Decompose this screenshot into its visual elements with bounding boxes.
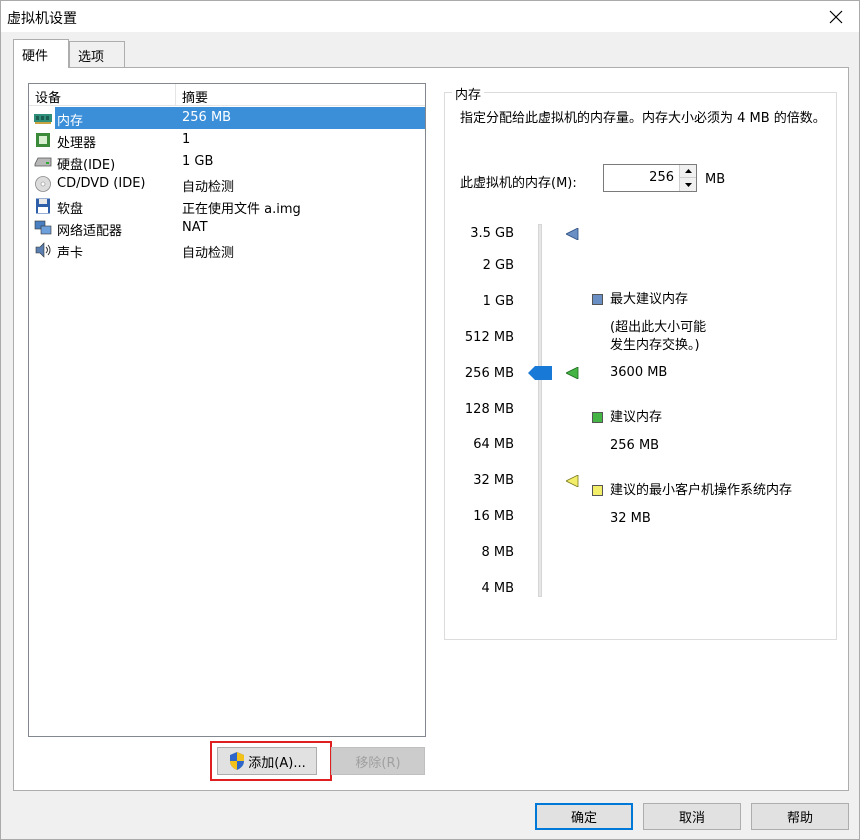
hard-disk-icon <box>34 157 52 167</box>
close-button[interactable] <box>813 1 859 32</box>
floppy-icon <box>36 198 50 214</box>
column-divider[interactable] <box>175 84 176 106</box>
device-name: 内存 <box>57 114 84 129</box>
cancel-button[interactable]: 取消 <box>643 803 741 830</box>
close-icon <box>829 10 843 23</box>
add-button-label: 添加(A)... <box>248 755 306 771</box>
device-summary: 256 MB <box>182 110 232 125</box>
device-summary: 1 GB <box>182 154 214 169</box>
memory-input[interactable]: 256 <box>603 164 697 192</box>
hardware-panel: 设备 摘要 内存 256 MB 处理器 1 硬盘(IDE) 1 GB CD/DV… <box>13 67 849 791</box>
recommended-value: 256 MB <box>610 438 660 453</box>
scale-label: 256 MB <box>464 366 514 381</box>
memory-group-title: 内存 <box>452 84 485 103</box>
scale-label: 32 MB <box>473 473 514 488</box>
title-bar: 虚拟机设置 <box>1 1 859 32</box>
processor-icon <box>36 133 50 147</box>
memory-field-label: 此虚拟机的内存(M): <box>460 176 577 191</box>
column-header-device[interactable]: 设备 <box>35 87 61 106</box>
device-row-network-adapter[interactable]: 网络适配器 NAT <box>29 217 425 239</box>
memory-value[interactable]: 256 <box>649 170 674 185</box>
memory-description: 指定分配给此虚拟机的内存量。内存大小必须为 4 MB 的倍数。 <box>460 111 826 126</box>
shield-icon <box>230 752 245 770</box>
device-row-hard-disk[interactable]: 硬盘(IDE) 1 GB <box>29 151 425 173</box>
device-list[interactable]: 设备 摘要 内存 256 MB 处理器 1 硬盘(IDE) 1 GB CD/DV… <box>28 83 426 737</box>
device-row-cd-dvd[interactable]: CD/DVD (IDE) 自动检测 <box>29 173 425 195</box>
device-summary: 自动检测 <box>182 246 235 261</box>
stepper-down-button[interactable] <box>680 178 696 191</box>
help-button[interactable]: 帮助 <box>751 803 849 830</box>
device-summary: 自动检测 <box>182 180 235 195</box>
device-name: 网络适配器 <box>57 224 123 239</box>
add-button[interactable]: 添加(A)... <box>217 747 317 775</box>
device-name: CD/DVD (IDE) <box>57 176 146 191</box>
cd-dvd-icon <box>35 176 51 192</box>
max-recommended-note: 发生内存交换。) <box>610 338 700 353</box>
arrow-up-icon <box>684 169 692 173</box>
scale-label: 3.5 GB <box>470 226 514 241</box>
max-recommended-note: (超出此大小可能 <box>610 320 707 335</box>
scale-label: 2 GB <box>482 258 514 273</box>
selection-highlight <box>55 107 425 129</box>
max-recommended-value: 3600 MB <box>610 365 668 380</box>
device-summary: 1 <box>182 132 191 147</box>
remove-button[interactable]: 移除(R) <box>331 747 425 775</box>
min-recommended-marker-icon <box>566 475 579 487</box>
device-name: 硬盘(IDE) <box>57 158 116 173</box>
device-name: 声卡 <box>57 246 84 261</box>
list-header: 设备 摘要 <box>29 84 425 106</box>
stepper-up-button[interactable] <box>680 165 696 178</box>
min-recommended-title: 建议的最小客户机操作系统内存 <box>610 483 793 498</box>
tab-options[interactable]: 选项 <box>69 41 125 67</box>
min-recommended-value: 32 MB <box>610 511 651 526</box>
memory-slider-track[interactable] <box>538 224 542 597</box>
memory-unit: MB <box>705 172 726 187</box>
device-row-memory[interactable]: 内存 256 MB <box>29 107 425 129</box>
device-row-floppy[interactable]: 软盘 正在使用文件 a.img <box>29 195 425 217</box>
device-name: 处理器 <box>57 136 97 151</box>
sound-card-icon <box>35 242 51 258</box>
device-row-sound-card[interactable]: 声卡 自动检测 <box>29 239 425 261</box>
memory-slider-thumb[interactable] <box>528 366 552 380</box>
memory-stepper <box>679 165 696 191</box>
network-adapter-icon <box>34 220 52 235</box>
arrow-down-icon <box>684 182 692 187</box>
scale-label: 8 MB <box>481 545 514 560</box>
column-header-summary[interactable]: 摘要 <box>182 87 208 106</box>
device-summary: 正在使用文件 a.img <box>182 202 301 217</box>
scale-label: 512 MB <box>464 330 514 345</box>
scale-label: 64 MB <box>473 437 514 452</box>
min-legend-square-icon <box>592 485 603 496</box>
recommended-title: 建议内存 <box>610 410 663 425</box>
scale-label: 16 MB <box>473 509 514 524</box>
recommended-marker-icon <box>566 367 579 379</box>
max-recommended-title: 最大建议内存 <box>610 292 689 307</box>
memory-icon <box>34 114 52 124</box>
max-recommended-marker-icon <box>566 228 579 240</box>
device-name: 软盘 <box>57 202 84 217</box>
max-legend-square-icon <box>592 294 603 305</box>
device-summary: NAT <box>182 220 208 235</box>
scale-label: 128 MB <box>464 402 514 417</box>
device-row-processor[interactable]: 处理器 1 <box>29 129 425 151</box>
tab-hardware[interactable]: 硬件 <box>13 39 69 68</box>
ok-button[interactable]: 确定 <box>535 803 633 830</box>
window-title: 虚拟机设置 <box>7 11 77 27</box>
vm-settings-window: 虚拟机设置 硬件 选项 设备 摘要 内存 256 MB 处理器 1 硬盘(IDE… <box>0 0 860 840</box>
scale-label: 4 MB <box>481 581 514 596</box>
scale-label: 1 GB <box>482 294 514 309</box>
recommended-legend-square-icon <box>592 412 603 423</box>
